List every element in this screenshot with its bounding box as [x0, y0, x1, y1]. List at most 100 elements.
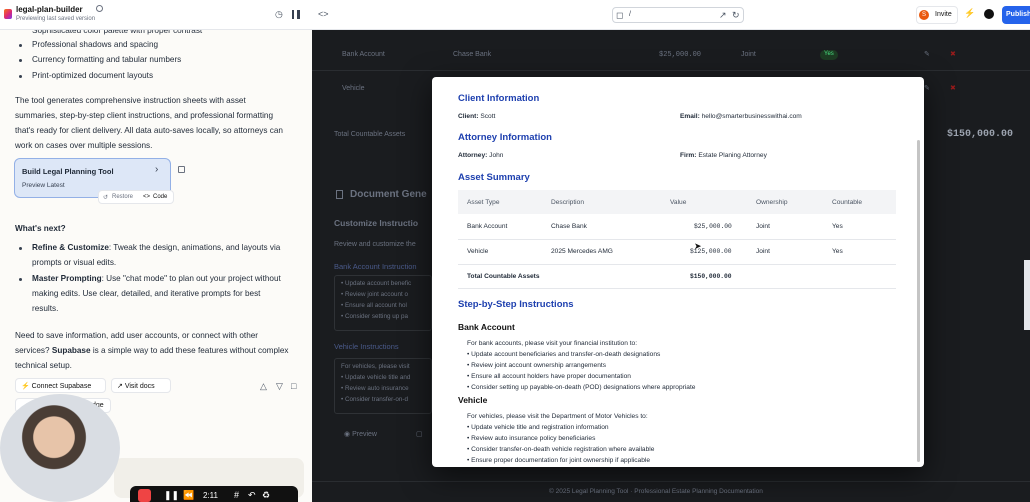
supabase-icon: ⚡ — [21, 383, 30, 390]
cell-value: $25,000.00 — [694, 223, 732, 230]
connect-supabase-button[interactable]: ⚡ Connect Supabase — [15, 378, 106, 393]
visit-docs-button[interactable]: ↗ Visit docs — [111, 378, 171, 393]
asset-heading: Asset Summary — [458, 172, 530, 183]
sidebar-toggle-icon[interactable] — [292, 10, 300, 19]
steps-heading: Step-by-Step Instructions — [458, 299, 574, 310]
bg-bank-line: • Ensure all account hol — [341, 302, 407, 309]
total-value: $150,000.00 — [690, 273, 732, 280]
version-card-sub: Preview Latest — [22, 182, 65, 189]
print-icon[interactable]: ▢ — [416, 430, 423, 438]
external-link-icon: ↗ — [117, 383, 123, 390]
total-label: Total Countable Assets — [467, 273, 540, 280]
cell-ownership: Joint — [756, 223, 770, 230]
supabase-link[interactable]: Supabase — [52, 346, 91, 355]
instructions-modal: Client Information Client: Scott Email: … — [432, 77, 924, 467]
bg-customize: Customize Instructio — [334, 218, 419, 228]
invite-button[interactable]: S Invite — [916, 6, 958, 24]
code-icon[interactable]: <> — [143, 194, 150, 200]
delete-icon[interactable]: ✖ — [950, 50, 956, 58]
github-icon[interactable] — [984, 9, 994, 19]
thumbs-down-icon[interactable]: ▽ — [276, 382, 283, 391]
bank-item: • Review joint account ownership arrange… — [467, 362, 607, 369]
col-ownership: Ownership — [756, 199, 788, 206]
settings-icon[interactable] — [96, 5, 103, 12]
bg-vehicle-textarea[interactable]: For vehicles, please visit • Update vehi… — [334, 358, 432, 414]
project-subtitle: Previewing last saved version — [16, 16, 96, 22]
bank-heading: Bank Account — [458, 322, 515, 332]
vehicle-item: • Consider transfer-on-death vehicle reg… — [467, 446, 655, 453]
pause-icon[interactable]: ❚❚ — [164, 490, 179, 501]
bg-bank-textarea[interactable]: • Update account benefic • Review joint … — [334, 275, 432, 331]
bg-doc-gen: Document Gene — [350, 189, 427, 200]
asset-table-header: Asset Type Description Value Ownership C… — [458, 190, 896, 214]
url-path[interactable]: / — [629, 11, 631, 18]
edit-icon[interactable]: ✎ — [924, 84, 930, 92]
open-external-icon[interactable]: ↗ — [719, 11, 727, 20]
rewind-icon[interactable]: ⏪ — [183, 490, 194, 501]
bg-review: Review and customize the — [334, 241, 416, 248]
bg-preview-button[interactable]: ◉ Preview — [344, 430, 377, 438]
firm-label: Firm: — [680, 152, 697, 159]
undo-icon[interactable]: ↶ — [248, 490, 256, 501]
supabase-line-1: Need to save information, add user accou… — [15, 331, 259, 340]
webcam-overlay — [0, 394, 120, 502]
grid-icon[interactable]: # — [234, 490, 239, 500]
summary-line: work on cases over multiple sessions. — [15, 141, 153, 150]
project-name[interactable]: legal-plan-builder — [16, 5, 83, 14]
mouse-cursor-icon: ➤ — [694, 241, 702, 251]
bg-veh-line: • Review auto insurance — [341, 385, 409, 392]
firm-value: Estate Planing Attorney — [698, 152, 767, 159]
bullet-item: Print-optimized document layouts — [32, 71, 154, 80]
bullet-dot — [19, 44, 22, 47]
bg-bank-line: • Review joint account o — [341, 291, 408, 298]
email-label: Email: — [680, 113, 700, 120]
delete-icon[interactable]: ✖ — [950, 84, 956, 92]
refine-title: Refine & Customize — [32, 243, 109, 252]
vehicle-item: • Ensure proper documentation for joint … — [467, 457, 651, 464]
refresh-icon[interactable]: ↻ — [732, 11, 740, 20]
bg-row-badge: Yes — [820, 50, 838, 60]
col-description: Description — [551, 199, 584, 206]
cell-description: Chase Bank — [551, 223, 587, 230]
bookmark-icon[interactable] — [178, 166, 185, 173]
lightning-icon[interactable]: ⚡ — [964, 9, 975, 18]
publish-button[interactable]: Publish — [1002, 6, 1030, 24]
supabase-text-c: is a simple way to add these features wi… — [90, 346, 289, 355]
page-scrollbar[interactable] — [1024, 260, 1030, 330]
bg-row-own: Joint — [741, 51, 756, 58]
top-bar: legal-plan-builder Previewing last saved… — [0, 0, 1030, 30]
bg-divider — [312, 70, 1030, 71]
modal-scrollbar[interactable] — [917, 140, 920, 462]
history-icon[interactable]: ◷ — [275, 10, 283, 19]
summary-line: summaries, step-by-step client instructi… — [15, 111, 274, 120]
restore-button[interactable]: Restore — [112, 194, 133, 200]
code-view-icon[interactable]: <> — [318, 10, 329, 19]
card-actions: ↺ Restore <> Code — [98, 190, 174, 204]
copy-icon[interactable]: □ — [291, 382, 296, 391]
stop-record-icon[interactable] — [138, 489, 151, 502]
attorney-heading: Attorney Information — [458, 132, 552, 143]
bank-item: • Consider setting up payable-on-death (… — [467, 384, 696, 391]
master-text: : Use "chat mode" to plan out your proje… — [101, 274, 281, 283]
bg-veh-line: For vehicles, please visit — [341, 363, 410, 370]
bg-total-value: $150,000.00 — [947, 129, 1014, 140]
thumbs-up-icon[interactable]: △ — [260, 382, 267, 391]
url-bar[interactable]: ◻ / ↗ ↻ — [612, 7, 744, 23]
vehicle-item: • Review auto insurance policy beneficia… — [467, 435, 596, 442]
edit-icon[interactable]: ✎ — [924, 50, 930, 58]
summary-line: The tool generates comprehensive instruc… — [15, 96, 246, 105]
row-divider — [458, 288, 896, 289]
cell-ownership: Joint — [756, 248, 770, 255]
restore-icon[interactable]: ↺ — [103, 194, 108, 201]
bg-bank-line: • Consider setting up pa — [341, 313, 408, 320]
code-button[interactable]: Code — [153, 194, 167, 200]
cell-asset-type: Vehicle — [467, 248, 489, 255]
bg-veh-line: • Update vehicle title and — [341, 374, 411, 381]
device-icon[interactable]: ◻ — [616, 11, 623, 20]
visit-docs-label: Visit docs — [124, 383, 155, 390]
bank-item: • Update account beneficiaries and trans… — [467, 351, 661, 358]
master-title: Master Prompting — [32, 274, 102, 283]
trash-icon[interactable]: ♻ — [262, 490, 270, 501]
version-card-title: Build Legal Planning Tool — [22, 167, 114, 176]
app-logo[interactable] — [4, 9, 12, 19]
